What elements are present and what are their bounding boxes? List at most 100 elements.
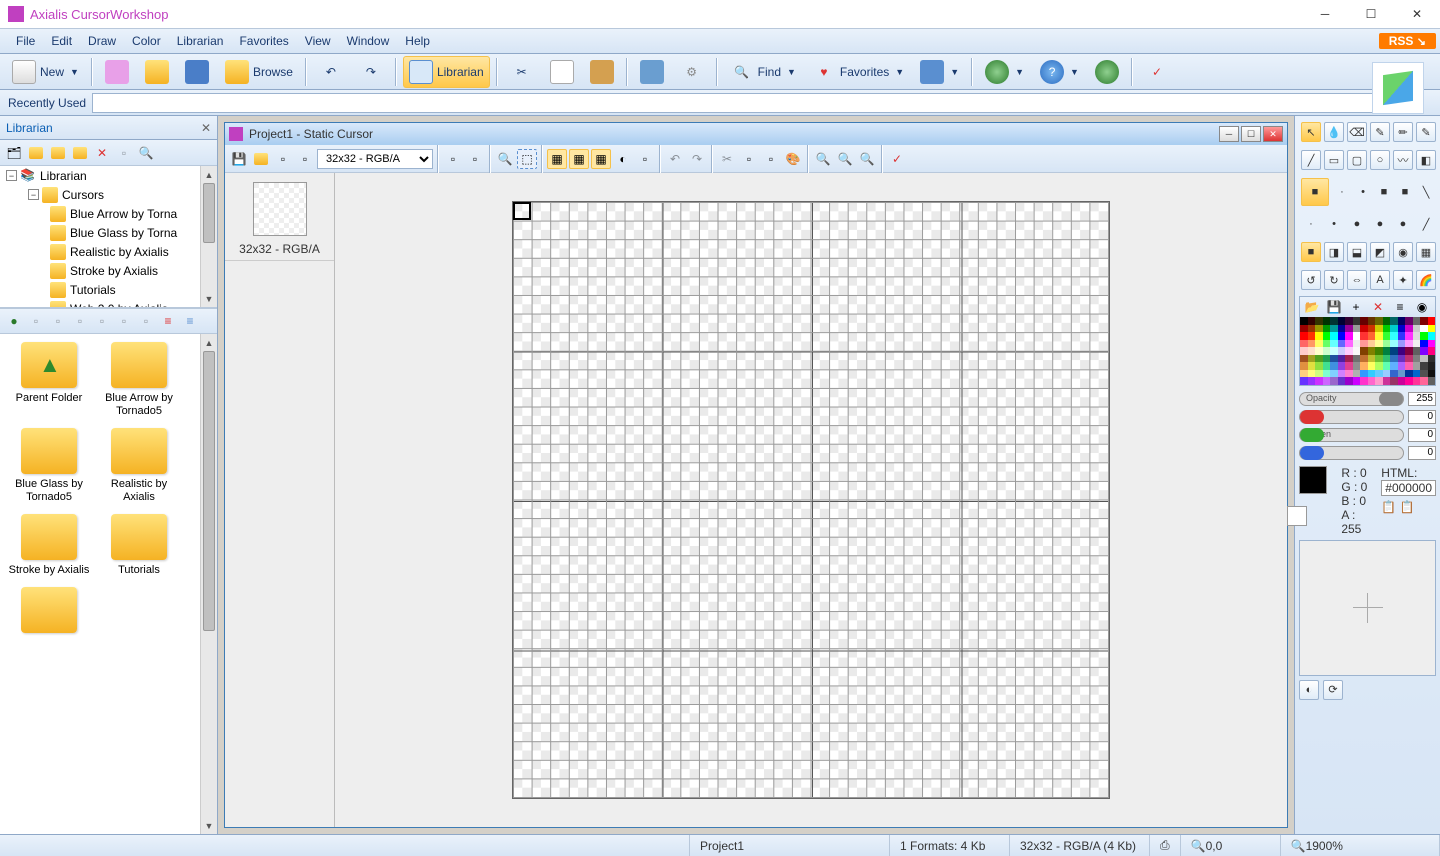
fx-tool[interactable]: ✦ xyxy=(1393,270,1413,290)
doc-cut[interactable]: ✂ xyxy=(717,149,737,169)
color-swatch[interactable] xyxy=(1353,362,1361,370)
color-swatch[interactable] xyxy=(1413,377,1421,385)
size-dot-2[interactable]: • xyxy=(1353,182,1373,202)
color-swatch[interactable] xyxy=(1420,317,1428,325)
doc-zoom-tool[interactable]: 🔍 xyxy=(495,149,515,169)
color-swatch[interactable] xyxy=(1420,355,1428,363)
collapse-icon[interactable]: − xyxy=(6,170,17,181)
color-swatch[interactable] xyxy=(1338,362,1346,370)
preview-toggle-2[interactable]: ⟳ xyxy=(1323,680,1343,700)
menu-file[interactable]: File xyxy=(8,29,43,53)
color-swatch[interactable] xyxy=(1375,377,1383,385)
fill-pattern[interactable]: ▦ xyxy=(1416,242,1436,262)
folder-item[interactable] xyxy=(6,587,92,637)
web-button[interactable]: ▼ xyxy=(979,56,1030,88)
shape-2[interactable]: • xyxy=(1324,214,1344,234)
color-swatch[interactable] xyxy=(1368,362,1376,370)
lib-tool-6[interactable]: ▫ xyxy=(114,143,134,163)
curve-tool[interactable]: 〰 xyxy=(1393,150,1413,170)
tree-item[interactable]: Realistic by Axialis xyxy=(0,242,217,261)
color-swatch[interactable] xyxy=(1323,340,1331,348)
color-swatch[interactable] xyxy=(1368,325,1376,333)
canvas-selection[interactable] xyxy=(513,202,531,220)
doc-selection[interactable]: ⬚ xyxy=(517,149,537,169)
shape-5[interactable]: ● xyxy=(1393,214,1413,234)
color-swatch[interactable] xyxy=(1390,347,1398,355)
color-swatch[interactable] xyxy=(1420,347,1428,355)
undo-button[interactable]: ↶ xyxy=(313,56,349,88)
color-swatch[interactable] xyxy=(1405,325,1413,333)
color-swatch[interactable] xyxy=(1353,370,1361,378)
color-swatch[interactable] xyxy=(1338,317,1346,325)
color-swatch[interactable] xyxy=(1330,355,1338,363)
color-swatch[interactable] xyxy=(1308,347,1316,355)
doc-paste[interactable]: ▫ xyxy=(761,149,781,169)
color-swatch[interactable] xyxy=(1330,370,1338,378)
format-panel[interactable]: 32x32 - RGB/A xyxy=(225,173,335,827)
display-button[interactable]: ▼ xyxy=(914,56,965,88)
color-swatch[interactable] xyxy=(1360,347,1368,355)
picker-tool[interactable]: 💧 xyxy=(1324,122,1344,142)
color-swatch[interactable] xyxy=(1330,377,1338,385)
color-swatch[interactable] xyxy=(1428,317,1436,325)
color-swatch[interactable] xyxy=(1428,340,1436,348)
color-swatch[interactable] xyxy=(1338,355,1346,363)
scroll-thumb[interactable] xyxy=(203,351,215,631)
color-swatch[interactable] xyxy=(1345,347,1353,355)
folder-item[interactable]: Blue Arrow by Tornado5 xyxy=(96,342,182,418)
color-swatch[interactable] xyxy=(1308,370,1316,378)
scroll-up-icon[interactable]: ▲ xyxy=(201,166,217,183)
red-slider[interactable]: Red0 xyxy=(1299,408,1436,426)
doc-tool-4[interactable]: ▫ xyxy=(295,149,315,169)
favorites-button[interactable]: ♥Favorites▼ xyxy=(806,56,910,88)
browser-btn-3[interactable]: ▫ xyxy=(48,311,68,331)
color-swatch[interactable] xyxy=(1345,355,1353,363)
color-swatch[interactable] xyxy=(1383,370,1391,378)
color-swatch[interactable] xyxy=(1300,347,1308,355)
doc-save[interactable]: 💾 xyxy=(229,149,249,169)
fill-grad-h[interactable]: ◨ xyxy=(1324,242,1344,262)
tree-item[interactable]: Tutorials xyxy=(0,280,217,299)
color-swatch[interactable] xyxy=(1353,325,1361,333)
browser-scrollbar[interactable]: ▲▼ xyxy=(200,334,217,834)
color-swatch[interactable] xyxy=(1323,317,1331,325)
gradient-tool[interactable]: 🌈 xyxy=(1416,270,1436,290)
tree-scrollbar[interactable]: ▲▼ xyxy=(200,166,217,307)
color-swatch[interactable] xyxy=(1345,370,1353,378)
color-swatch[interactable] xyxy=(1383,362,1391,370)
color-swatch[interactable] xyxy=(1405,362,1413,370)
save-button[interactable] xyxy=(179,56,215,88)
color-swatch[interactable] xyxy=(1428,325,1436,333)
color-swatch[interactable] xyxy=(1368,370,1376,378)
size-dot-5[interactable]: ╲ xyxy=(1416,182,1436,202)
color-swatch[interactable] xyxy=(1390,355,1398,363)
tree-item[interactable]: Web 2.0 by Axialis xyxy=(0,299,217,308)
lib-tool-2[interactable] xyxy=(26,143,46,163)
browser-btn-4[interactable]: ▫ xyxy=(70,311,90,331)
color-swatch[interactable] xyxy=(1390,362,1398,370)
color-swatch[interactable] xyxy=(1368,377,1376,385)
color-swatch[interactable] xyxy=(1375,332,1383,340)
folder-item[interactable]: Realistic by Axialis xyxy=(96,428,182,504)
color-swatch[interactable] xyxy=(1360,332,1368,340)
color-swatch[interactable] xyxy=(1300,377,1308,385)
menu-favorites[interactable]: Favorites xyxy=(231,29,296,53)
canvas-area[interactable] xyxy=(335,173,1287,827)
size-dot-3[interactable]: ■ xyxy=(1374,182,1394,202)
color-swatch[interactable] xyxy=(1338,377,1346,385)
folder-item[interactable]: Tutorials xyxy=(96,514,182,577)
color-swatch[interactable] xyxy=(1398,317,1406,325)
doc-maximize-button[interactable]: ☐ xyxy=(1241,126,1261,142)
find-button[interactable]: 🔍Find▼ xyxy=(724,56,802,88)
color-swatch[interactable] xyxy=(1413,340,1421,348)
color-swatch[interactable] xyxy=(1375,325,1383,333)
fill-radial[interactable]: ◉ xyxy=(1393,242,1413,262)
color-swatch[interactable] xyxy=(1323,355,1331,363)
color-swatch[interactable] xyxy=(1308,355,1316,363)
color-swatch[interactable] xyxy=(1375,370,1383,378)
color-swatch[interactable] xyxy=(1353,355,1361,363)
color-swatch[interactable] xyxy=(1360,370,1368,378)
doc-minimize-button[interactable]: ─ xyxy=(1219,126,1239,142)
color-swatch[interactable] xyxy=(1360,317,1368,325)
pal-add[interactable]: + xyxy=(1346,297,1366,317)
